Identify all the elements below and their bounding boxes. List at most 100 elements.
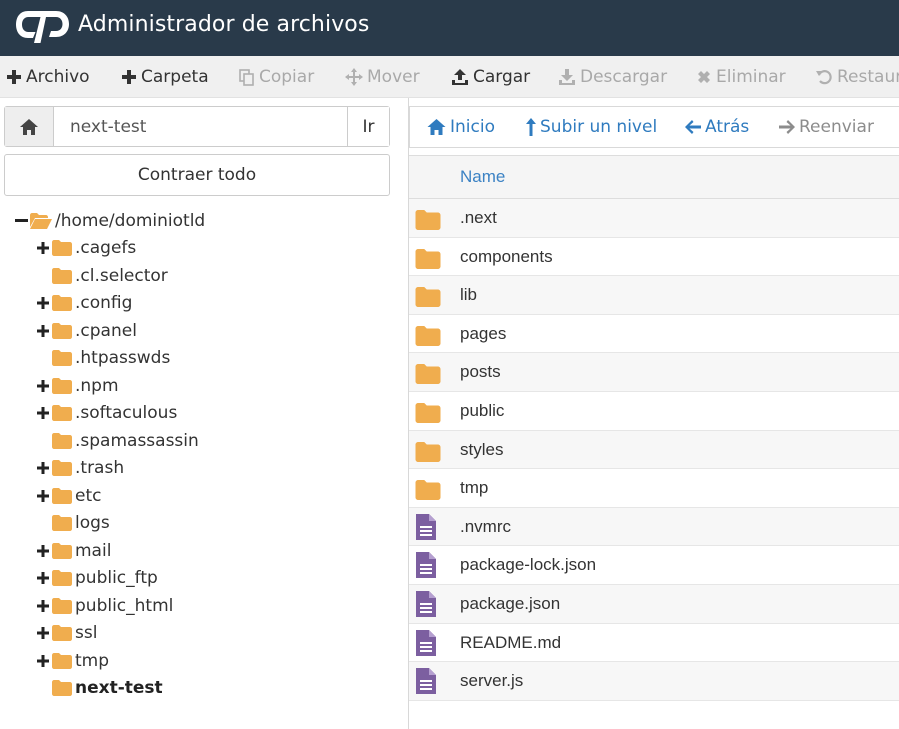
close-icon bbox=[698, 71, 710, 83]
folder-icon bbox=[52, 542, 72, 559]
folder-icon bbox=[52, 295, 72, 311]
copy-icon bbox=[239, 68, 254, 86]
folder-icon bbox=[415, 325, 441, 346]
tree-item[interactable]: tmp bbox=[36, 647, 109, 674]
table-row[interactable]: .next bbox=[409, 199, 899, 238]
tree-item[interactable]: .cl.selector bbox=[36, 262, 168, 289]
table-row[interactable]: public bbox=[409, 392, 899, 431]
new-folder-button[interactable]: Carpeta bbox=[121, 56, 209, 97]
plus-icon bbox=[7, 70, 21, 84]
tree-item[interactable]: etc bbox=[36, 482, 101, 509]
table-row[interactable]: package.json bbox=[409, 585, 899, 624]
cpanel-logo bbox=[16, 11, 69, 43]
folder-icon bbox=[415, 287, 441, 308]
home-button[interactable] bbox=[5, 107, 54, 146]
expand-toggle[interactable] bbox=[36, 296, 50, 310]
tree-item[interactable]: public_html bbox=[36, 592, 173, 619]
tree-item[interactable]: .cagefs bbox=[36, 235, 136, 262]
tree-item-label: .trash bbox=[75, 458, 125, 478]
table-row[interactable]: pages bbox=[409, 315, 899, 354]
table-row[interactable]: lib bbox=[409, 276, 899, 315]
file-text-icon bbox=[416, 513, 436, 540]
tree-item[interactable]: .spamassassin bbox=[36, 427, 199, 454]
folder-icon bbox=[52, 377, 72, 394]
table-row[interactable]: .nvmrc bbox=[409, 507, 899, 547]
file-name: tmp bbox=[460, 478, 489, 498]
plus-icon bbox=[37, 627, 49, 639]
up-level-button[interactable]: Subir un nivel bbox=[525, 107, 657, 147]
file-icon-cell bbox=[416, 591, 436, 622]
download-button[interactable]: Descargar bbox=[558, 56, 667, 97]
expand-toggle[interactable] bbox=[36, 406, 50, 420]
tree-item[interactable]: public_ftp bbox=[36, 565, 158, 592]
tree-item-label: tmp bbox=[75, 650, 110, 671]
folder-icon bbox=[415, 248, 441, 269]
expand-toggle[interactable] bbox=[36, 461, 50, 475]
upload-button[interactable]: Cargar bbox=[451, 56, 530, 97]
tree-item-label: .softaculous bbox=[75, 403, 178, 423]
folder-icon bbox=[415, 210, 441, 230]
expand-toggle[interactable] bbox=[36, 241, 50, 255]
collapse-toggle[interactable] bbox=[14, 214, 28, 228]
tree-item[interactable]: mail bbox=[36, 537, 111, 564]
back-button[interactable]: Atrás bbox=[684, 107, 749, 147]
expand-toggle[interactable] bbox=[36, 324, 50, 338]
new-file-button[interactable]: Archivo bbox=[6, 56, 90, 97]
expand-toggle[interactable] bbox=[36, 544, 50, 558]
expand-toggle[interactable] bbox=[36, 379, 50, 393]
file-text-icon bbox=[416, 591, 436, 617]
tree-item[interactable]: .cpanel bbox=[36, 317, 137, 344]
folder-open-icon bbox=[30, 212, 52, 229]
file-icon-cell bbox=[416, 552, 436, 583]
collapse-all-button[interactable]: Contraer todo bbox=[4, 154, 390, 196]
file-name: components bbox=[460, 246, 553, 266]
folder-icon-cell bbox=[415, 403, 441, 428]
delete-button[interactable]: Eliminar bbox=[696, 56, 786, 97]
forward-button[interactable]: Reenviar bbox=[778, 107, 874, 147]
tree-item[interactable]: .softaculous bbox=[36, 400, 177, 427]
folder-icon bbox=[415, 364, 441, 385]
expand-toggle[interactable] bbox=[36, 571, 50, 585]
expand-toggle[interactable] bbox=[36, 489, 50, 503]
tree-item[interactable]: .npm bbox=[36, 372, 119, 399]
table-row[interactable]: tmp bbox=[409, 469, 899, 508]
folder-icon bbox=[52, 240, 72, 256]
table-row[interactable]: server.js bbox=[409, 662, 899, 701]
name-column-header[interactable]: Name bbox=[460, 167, 505, 187]
table-row[interactable]: package-lock.json bbox=[409, 546, 899, 585]
move-button[interactable]: Mover bbox=[345, 56, 420, 97]
expand-toggle[interactable] bbox=[36, 599, 50, 613]
table-row[interactable]: README.md bbox=[409, 624, 899, 663]
go-button[interactable]: Ir bbox=[347, 107, 389, 146]
tree-item[interactable]: next-test bbox=[36, 675, 163, 702]
copy-button[interactable]: Copiar bbox=[239, 56, 314, 97]
expand-toggle[interactable] bbox=[36, 654, 50, 668]
plus-icon bbox=[122, 70, 136, 84]
folder-icon bbox=[52, 597, 72, 614]
path-input[interactable] bbox=[54, 107, 347, 146]
tree-item[interactable]: ssl bbox=[36, 620, 97, 647]
nav-home-button[interactable]: Inicio bbox=[426, 107, 495, 147]
table-row[interactable]: posts bbox=[409, 353, 899, 392]
tree-item-label: .htpasswds bbox=[75, 348, 171, 368]
folder-icon bbox=[415, 441, 441, 462]
restore-button[interactable]: Restaurar bbox=[815, 56, 899, 97]
upload-icon bbox=[452, 69, 468, 85]
navigation-bar: Inicio Subir un nivel Atrás Reenviar bbox=[409, 106, 899, 148]
tree-item[interactable]: .config bbox=[36, 290, 132, 317]
table-row[interactable]: styles bbox=[409, 430, 899, 470]
folder-icon bbox=[415, 480, 441, 501]
undo-icon bbox=[816, 70, 832, 85]
tree-item[interactable]: .htpasswds bbox=[36, 345, 170, 372]
tree-item-root[interactable]: /home/dominiotld bbox=[14, 207, 205, 234]
tree-item[interactable]: logs bbox=[36, 510, 110, 537]
arrow-left-icon bbox=[685, 120, 701, 134]
tree-item-label: .cl.selector bbox=[75, 265, 168, 286]
table-row[interactable]: components bbox=[409, 238, 899, 277]
tree-item[interactable]: .trash bbox=[36, 455, 124, 482]
file-name: posts bbox=[460, 362, 501, 382]
expand-toggle[interactable] bbox=[36, 626, 50, 640]
minus-icon bbox=[14, 218, 28, 222]
home-icon bbox=[20, 118, 38, 135]
folder-icon-cell bbox=[415, 480, 441, 505]
